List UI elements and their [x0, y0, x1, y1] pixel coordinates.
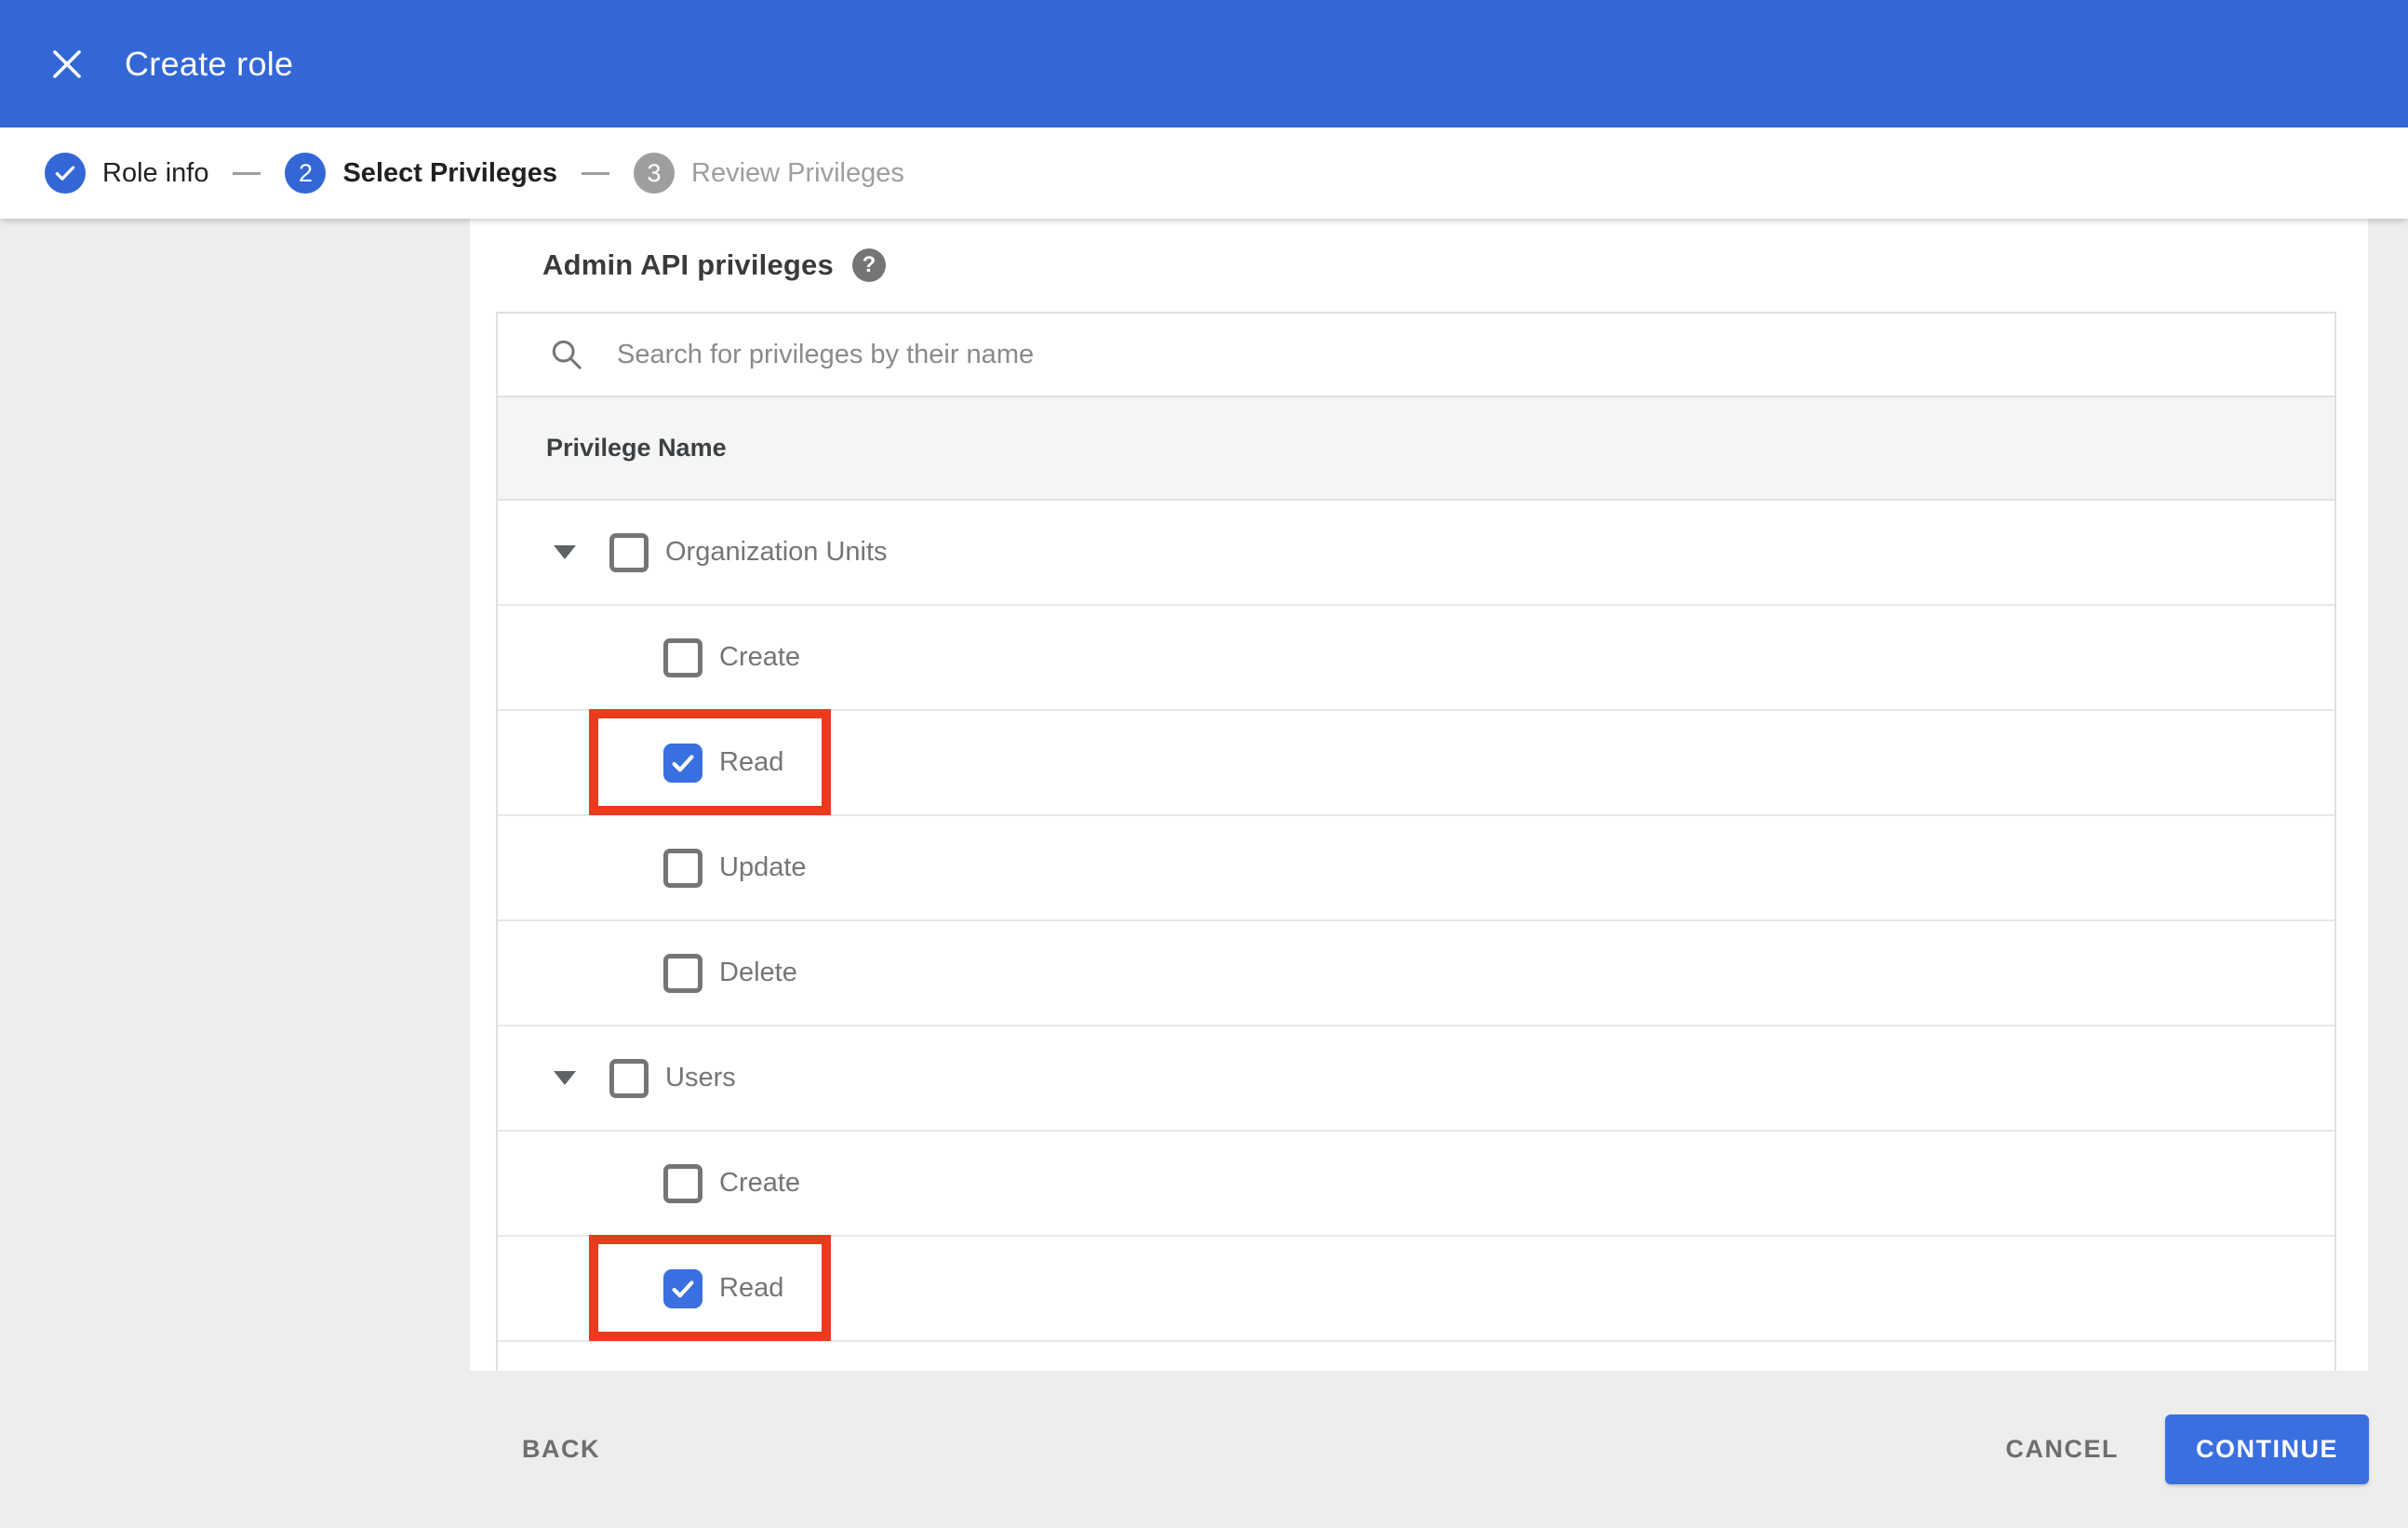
section-head: Admin API privileges ? — [470, 219, 2368, 312]
privilege-label: Delete — [719, 958, 797, 987]
table-row-partial — [498, 1342, 2334, 1371]
step-number-badge: 2 — [285, 153, 327, 194]
step-label: Role info — [102, 157, 209, 188]
privilege-checkbox[interactable] — [663, 637, 702, 677]
privilege-label: Update — [719, 852, 807, 882]
table-row: Read — [498, 1235, 2334, 1342]
privilege-label: Read — [719, 747, 784, 777]
search-row — [498, 314, 2334, 395]
back-button[interactable]: BACK — [522, 1435, 600, 1464]
table-row: Read — [498, 709, 2334, 816]
privilege-label: Read — [719, 1273, 784, 1303]
search-icon — [552, 340, 582, 369]
step-role-info[interactable]: Role info — [45, 153, 208, 194]
help-icon[interactable]: ? — [851, 248, 886, 282]
privilege-checkbox[interactable] — [609, 1058, 649, 1098]
step-select-privileges[interactable]: 2 Select Privileges — [285, 153, 557, 194]
content-card: Admin API privileges ? Privilege Name Or… — [470, 219, 2368, 1371]
privilege-label: Create — [719, 1168, 801, 1198]
table-rows: Organization Units Create Read Update De… — [498, 501, 2334, 1342]
privileges-table: Privilege Name Organization Units Create… — [496, 312, 2336, 1371]
privilege-checkbox[interactable] — [663, 848, 702, 888]
search-input[interactable] — [617, 327, 2334, 382]
appbar: Create role — [0, 0, 2408, 127]
table-row: Update — [498, 816, 2334, 921]
page-background: Admin API privileges ? Privilege Name Or… — [0, 219, 2408, 1371]
continue-button[interactable]: CONTINUE — [2165, 1414, 2369, 1484]
privilege-checkbox[interactable] — [663, 1163, 702, 1203]
step-connector — [582, 171, 609, 175]
step-number-badge: 3 — [634, 153, 675, 194]
privilege-checkbox[interactable] — [609, 532, 649, 572]
privilege-checkbox[interactable] — [663, 953, 702, 993]
privilege-label: Organization Units — [665, 537, 888, 567]
table-header: Privilege Name — [498, 395, 2334, 501]
step-label: Select Privileges — [342, 157, 557, 188]
step-connector — [233, 171, 261, 175]
stepper: Role info 2 Select Privileges 3 Review P… — [0, 127, 2408, 219]
step-label: Review Privileges — [691, 157, 904, 188]
privilege-label: Create — [719, 642, 801, 672]
highlight-box — [589, 1235, 831, 1341]
privilege-label: Users — [665, 1063, 736, 1092]
step-complete-check-icon — [45, 153, 86, 194]
expand-arrow-icon[interactable] — [554, 1071, 576, 1085]
table-row: Create — [498, 1132, 2334, 1237]
privilege-checkbox[interactable] — [663, 743, 702, 783]
close-icon[interactable] — [41, 38, 93, 90]
table-row: Delete — [498, 921, 2334, 1026]
table-row: Create — [498, 606, 2334, 711]
table-row: Organization Units — [498, 501, 2334, 606]
cancel-button[interactable]: CANCEL — [2006, 1435, 2120, 1464]
highlight-box — [589, 709, 831, 815]
privilege-checkbox[interactable] — [663, 1268, 702, 1308]
footer-bar: BACK CANCEL CONTINUE — [0, 1371, 2408, 1528]
step-review-privileges[interactable]: 3 Review Privileges — [634, 153, 904, 194]
expand-arrow-icon[interactable] — [554, 545, 576, 559]
dialog-title: Create role — [125, 44, 294, 83]
table-row: Users — [498, 1026, 2334, 1132]
section-title: Admin API privileges — [542, 248, 834, 281]
